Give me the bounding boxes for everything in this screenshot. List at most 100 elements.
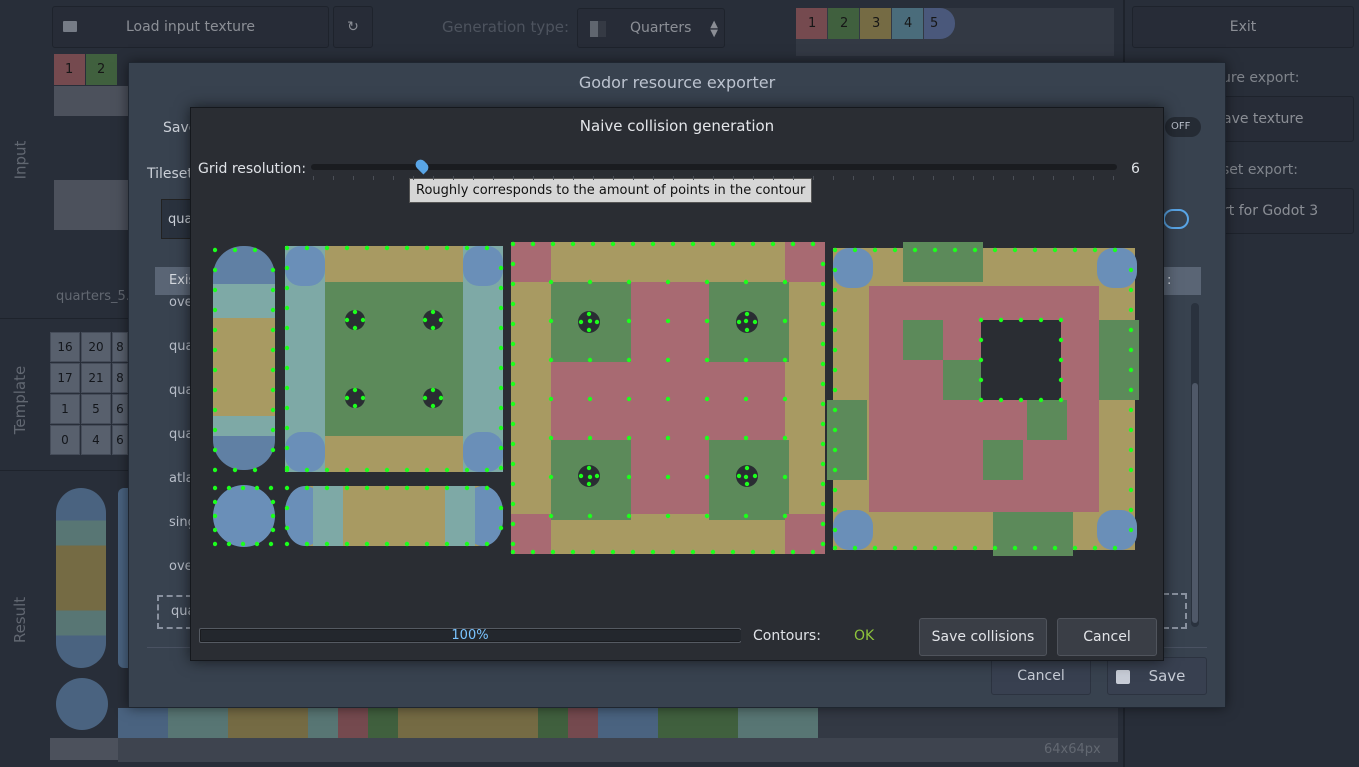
right-selected[interactable]	[1163, 593, 1187, 629]
contour-point	[213, 347, 218, 353]
contour-point	[1018, 317, 1024, 323]
contour-point	[578, 473, 584, 479]
contour-point	[1128, 487, 1134, 493]
contour-point	[254, 541, 260, 547]
contour-point	[590, 241, 596, 247]
contour-point	[820, 301, 826, 307]
contour-point	[270, 387, 276, 393]
contour-point	[304, 541, 310, 547]
contour-point	[284, 245, 290, 251]
contour-point	[438, 317, 444, 323]
contour-point	[650, 241, 656, 247]
contour-point	[1128, 387, 1134, 393]
contour-point	[1092, 545, 1098, 551]
contour-point	[665, 435, 671, 441]
contour-point	[832, 307, 838, 313]
contour-point	[704, 318, 710, 324]
contour-point	[1128, 427, 1134, 433]
contour-point	[213, 485, 218, 491]
save-label-btn: Save	[1148, 667, 1186, 685]
contour-point	[404, 245, 410, 251]
contours-status: OK	[854, 628, 875, 644]
grid-resolution-label: Grid resolution:	[198, 161, 307, 177]
contour-point	[782, 474, 788, 480]
contour-point	[704, 279, 710, 285]
contour-point	[630, 241, 636, 247]
contour-point	[665, 357, 671, 363]
contour-point	[404, 467, 410, 473]
contour-point	[284, 445, 290, 451]
contour-point	[704, 396, 710, 402]
contour-point	[587, 435, 593, 441]
contour-point	[284, 325, 290, 331]
contour-point	[832, 545, 838, 551]
contour-point	[932, 545, 938, 551]
contour-point	[832, 367, 838, 373]
toggle-off[interactable]: OFF	[1165, 117, 1201, 137]
contour-point	[832, 467, 838, 473]
contour-point	[213, 267, 218, 273]
contour-point	[782, 396, 788, 402]
contour-point	[872, 247, 878, 253]
contour-point	[1128, 527, 1134, 533]
contour-point	[832, 347, 838, 353]
contour-point	[360, 317, 366, 323]
scrollbar[interactable]	[1191, 303, 1199, 627]
contour-point	[752, 473, 758, 479]
slider-tick	[613, 176, 614, 180]
contour-point	[364, 467, 370, 473]
contour-point	[284, 365, 290, 371]
contour-point	[270, 447, 276, 453]
contour-point	[744, 311, 750, 317]
contour-point	[750, 549, 756, 555]
contour-point	[352, 309, 358, 315]
collision-cancel-button[interactable]: Cancel	[1057, 618, 1157, 656]
contour-point	[444, 245, 450, 251]
contour-point	[832, 287, 838, 293]
contour-point	[430, 387, 436, 393]
contour-point	[510, 541, 516, 547]
contour-point	[704, 435, 710, 441]
save-collisions-button[interactable]: Save collisions	[919, 618, 1047, 656]
contour-point	[484, 467, 490, 473]
contour-point	[587, 357, 593, 363]
contour-point	[594, 319, 600, 325]
tile-circle	[213, 485, 275, 547]
slider-thumb[interactable]	[413, 157, 431, 175]
slider-tick	[373, 176, 374, 180]
contour-point	[1052, 545, 1058, 551]
slider-tick	[793, 176, 794, 180]
contour-point	[438, 395, 444, 401]
contour-point	[1128, 367, 1134, 373]
slider-tick	[1073, 176, 1074, 180]
exporter-cancel-button[interactable]: Cancel	[991, 657, 1091, 695]
contour-point	[743, 357, 749, 363]
contour-point	[832, 507, 838, 513]
contour-point	[782, 318, 788, 324]
contour-point	[820, 361, 826, 367]
grid-resolution-slider[interactable]	[311, 164, 1117, 170]
contour-point	[832, 407, 838, 413]
contour-point	[665, 279, 671, 285]
contour-point	[213, 513, 218, 519]
exporter-save-button[interactable]: Save	[1107, 657, 1207, 695]
contour-point	[670, 241, 676, 247]
contour-point	[590, 549, 596, 555]
contour-point	[578, 319, 584, 325]
contour-point	[820, 381, 826, 387]
contour-point	[213, 287, 218, 293]
contour-point	[464, 541, 470, 547]
contour-point	[270, 267, 276, 273]
contour-point	[832, 527, 838, 533]
contour-point	[364, 245, 370, 251]
slider-tick	[513, 176, 514, 180]
slider-tick	[953, 176, 954, 180]
contour-point	[744, 481, 750, 487]
contour-point	[510, 481, 516, 487]
contour-point	[820, 421, 826, 427]
contour-point	[498, 365, 504, 371]
contour-point	[384, 541, 390, 547]
toggle-blue[interactable]	[1163, 209, 1189, 229]
contour-point	[424, 541, 430, 547]
contour-point	[284, 541, 290, 547]
